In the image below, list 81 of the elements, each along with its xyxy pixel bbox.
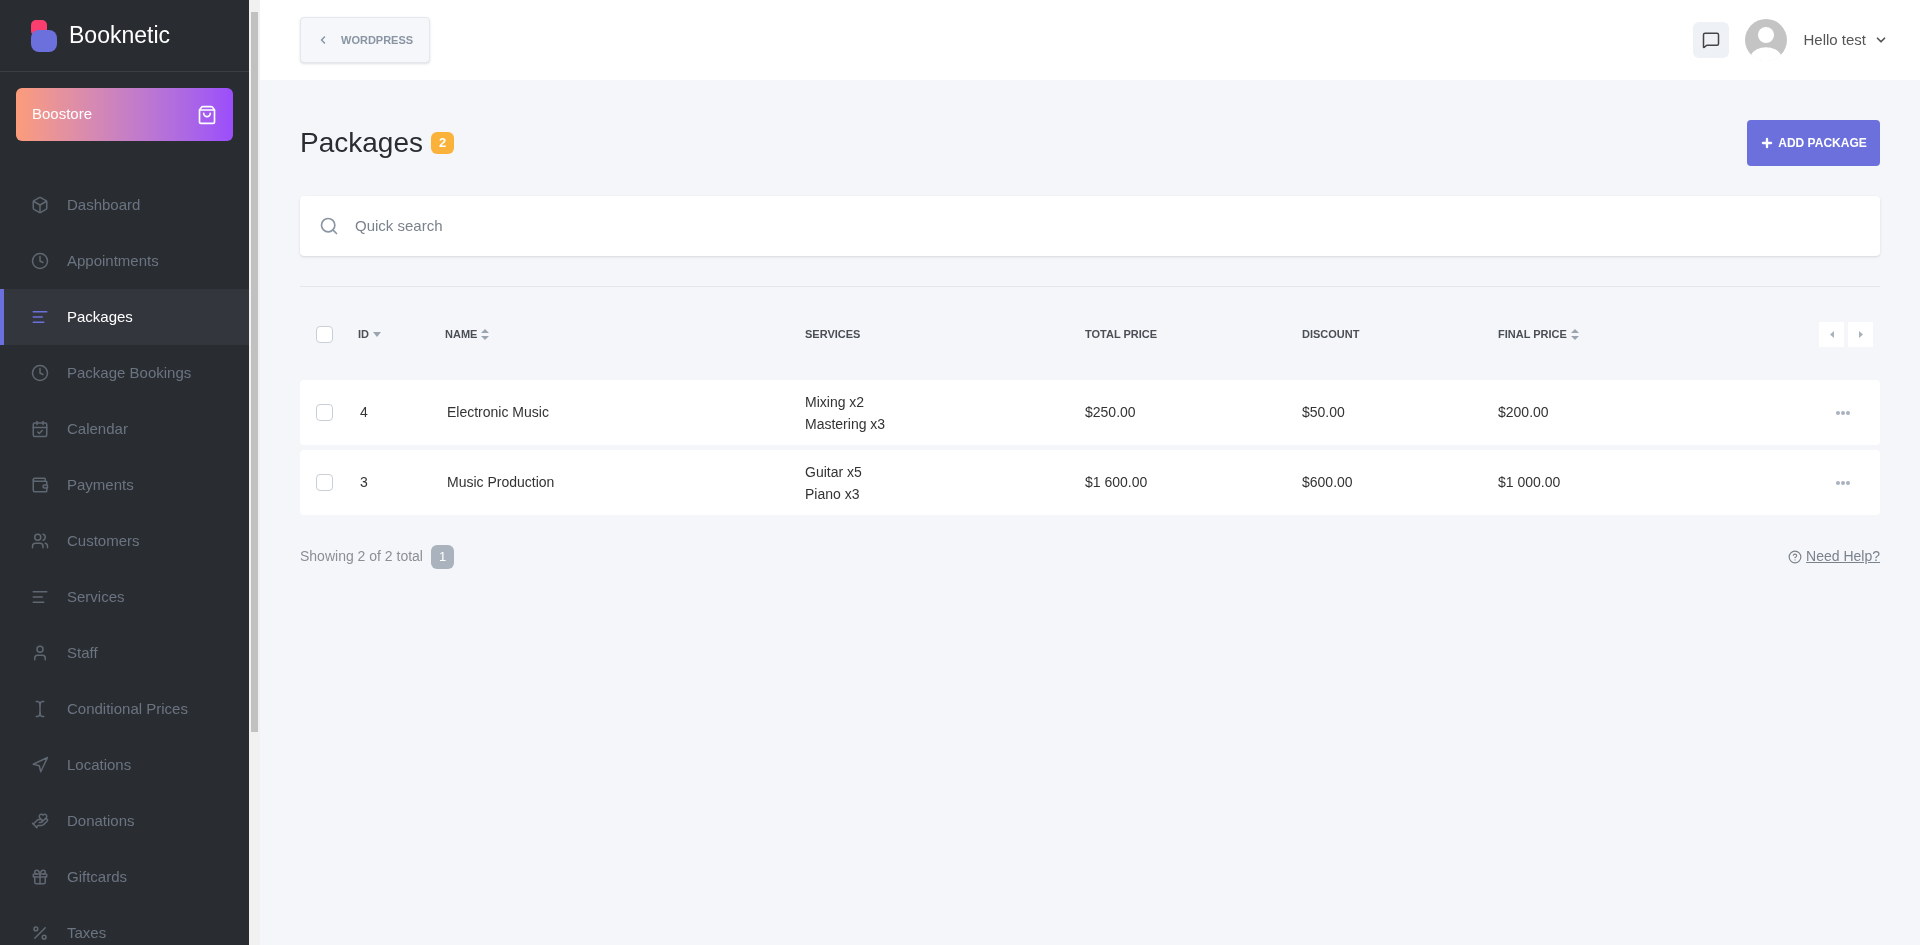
wallet-icon <box>31 476 49 494</box>
sidebar-item[interactable]: Package Bookings <box>0 345 249 401</box>
search-field[interactable]: Quick search <box>355 214 1861 238</box>
table-cell-text: Electronic Music <box>446 403 549 422</box>
column-header: NAME <box>445 326 478 342</box>
sidebar-item[interactable]: Customers <box>0 513 249 569</box>
boostore-button[interactable]: Boostore <box>16 88 233 141</box>
table-cell-text: $50.00 <box>1302 403 1345 422</box>
navigation-icon <box>31 756 49 774</box>
column-header: DISCOUNT <box>1302 326 1360 342</box>
checkbox[interactable] <box>316 325 333 343</box>
back-button[interactable]: WORDPRESS <box>300 17 431 63</box>
table-cell-text: $600.00 <box>1302 473 1353 492</box>
column-header: SERVICES <box>805 326 861 342</box>
calendar-icon <box>31 420 49 438</box>
sort-icon[interactable] <box>1570 328 1579 340</box>
sidebar-item[interactable]: Appointments <box>0 233 249 289</box>
box-icon <box>31 196 49 214</box>
add-package-button[interactable]: ADD PACKAGE <box>1747 120 1880 166</box>
clock-icon <box>31 252 49 270</box>
sidebar-item[interactable]: Packages <box>0 289 249 345</box>
sort-down-icon[interactable] <box>373 331 381 337</box>
table-cell-text: $1 000.00 <box>1498 473 1561 492</box>
table-cell-text: 4 <box>359 403 368 422</box>
sidebar-item[interactable]: Payments <box>0 457 249 513</box>
sidebar-item[interactable]: Services <box>0 569 249 625</box>
sort-icon[interactable] <box>481 328 490 340</box>
more-icon[interactable] <box>1836 480 1850 485</box>
hand-heart-icon <box>31 812 49 830</box>
sidebar-item[interactable]: Dashboard <box>0 177 249 233</box>
lines-icon <box>31 308 49 326</box>
sidebar-item[interactable]: Taxes <box>0 905 249 945</box>
logo-icon <box>31 19 57 52</box>
sidebar-item[interactable]: Staff <box>0 625 249 681</box>
page-button[interactable]: 1 <box>431 545 455 569</box>
table-cell-text: $1 600.00 <box>1085 473 1148 492</box>
plus-icon <box>1760 136 1775 150</box>
search-bar[interactable]: Quick search <box>300 196 1880 256</box>
table-cell-text: Music Production <box>446 473 555 492</box>
help-button[interactable] <box>1693 22 1730 58</box>
users-icon <box>31 532 49 550</box>
more-icon[interactable] <box>1836 410 1850 415</box>
sidebar-item[interactable]: Locations <box>0 737 249 793</box>
user-icon <box>31 644 49 662</box>
percent-icon <box>31 924 49 942</box>
checkbox[interactable] <box>316 404 333 421</box>
service-item: Guitar x5 <box>805 462 862 482</box>
table-cell-text: $250.00 <box>1085 403 1136 422</box>
bag-icon <box>197 104 217 125</box>
showing-text: Showing 2 of 2 total <box>300 547 423 567</box>
gift-icon <box>31 868 49 886</box>
table-row[interactable]: 4 Electronic Music Mixing x2 Mastering x3 $250.00 $50.00 $200.00 <box>300 380 1880 445</box>
page-title: Packages <box>300 126 423 160</box>
table-cell-text: $200.00 <box>1498 403 1549 422</box>
sidebar-item[interactable]: Giftcards <box>0 849 249 905</box>
sidebar-item[interactable]: Donations <box>0 793 249 849</box>
scrollbar[interactable] <box>249 0 260 945</box>
user-menu[interactable]: Hello test <box>1803 28 1888 52</box>
checkbox[interactable] <box>316 474 333 491</box>
scroll-left-button[interactable] <box>1819 321 1844 347</box>
brand-name: Booknetic <box>69 21 170 51</box>
count-badge: 2 <box>430 132 455 154</box>
sidebar-item[interactable]: Conditional Prices <box>0 681 249 737</box>
column-header: FINAL PRICE <box>1498 326 1567 342</box>
column-header: ID <box>358 326 369 342</box>
service-item: Piano x3 <box>805 484 860 504</box>
caret-right-icon <box>1858 330 1863 338</box>
need-help-link[interactable]: Need Help? <box>1788 546 1880 568</box>
search-icon <box>319 216 339 236</box>
clock-icon <box>31 364 49 382</box>
sidebar-item[interactable]: Calendar <box>0 401 249 457</box>
table-row[interactable]: 3 Music Production Guitar x5 Piano x3 $1 600.00 $600.00 $1 000.00 <box>300 450 1880 515</box>
caret-left-icon <box>1829 330 1834 338</box>
column-header: TOTAL PRICE <box>1085 326 1158 342</box>
table-cell-text: 3 <box>359 473 368 492</box>
service-item: Mastering x3 <box>805 414 886 434</box>
service-item: Mixing x2 <box>805 392 865 412</box>
avatar-icon[interactable] <box>1745 19 1788 61</box>
scroll-right-button[interactable] <box>1848 321 1873 347</box>
lines-icon <box>31 588 49 606</box>
help-icon <box>1788 549 1803 564</box>
